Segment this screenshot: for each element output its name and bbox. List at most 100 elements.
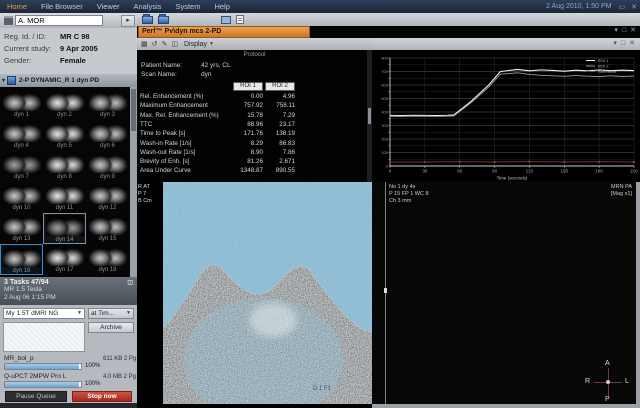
open-folder-icon[interactable] (142, 16, 153, 24)
thumbnail-caption: dyn 15 (88, 235, 127, 243)
thumbnail[interactable]: dyn 18 (86, 244, 129, 275)
time-intensity-chart[interactable]: 0100200300400500600700800030609012015018… (372, 50, 640, 187)
menu-item-analysis[interactable]: Analysis (127, 2, 169, 11)
chart-titlebar: ▾□✕ (372, 38, 640, 50)
orientation-right: R (585, 378, 590, 385)
archive-button[interactable]: Archive (88, 322, 134, 333)
maximize-icon[interactable]: □ (619, 40, 627, 47)
row-value-2: 86.83 (265, 140, 295, 147)
thumbnail[interactable]: dyn 1 (0, 89, 43, 120)
job-progress-fill (5, 382, 79, 387)
thumbnail[interactable]: dyn 6 (86, 120, 129, 151)
thumbnail[interactable]: dyn 11 (43, 182, 86, 213)
table-row: Wash-out Rate [1/s]8.907.86 (137, 149, 372, 158)
queue-list[interactable] (3, 322, 85, 352)
main-area: Perf™ Pv\dyn mcs 2-PD ▾□✕ ▦ ↺ ✎ ◫ Displa… (137, 13, 640, 408)
thumbnail[interactable]: dyn 3 (86, 89, 129, 120)
protocol-label: Protocol (137, 52, 372, 58)
row-label: Brevity of Enh. [s] (140, 158, 189, 165)
thumbnail[interactable]: dyn 16 (0, 244, 43, 275)
thumbnail[interactable]: dyn 7 (0, 151, 43, 182)
series-icon (7, 76, 16, 85)
close-icon[interactable]: ✕ (627, 40, 637, 47)
thumbnail[interactable]: dyn 2 (43, 89, 86, 120)
thumbnail-caption: dyn 11 (45, 204, 84, 212)
svg-text:Reference: Reference (598, 69, 617, 74)
thumbnail-caption: dyn 17 (45, 266, 84, 274)
stop-button[interactable]: Stop now (72, 391, 132, 402)
row-value-2: 758.11 (265, 102, 295, 109)
pause-queue-button[interactable]: Pause Queue (5, 391, 67, 402)
minimize-icon[interactable]: ▭ (616, 3, 629, 11)
series-bar[interactable]: ▾ 2-P DYNAMIC_R 1 dyn PD (0, 74, 137, 87)
mri-viewport[interactable]: D 1 F1 (163, 182, 372, 404)
refresh-icon[interactable]: ↺ (152, 40, 158, 48)
sidebar-bottom-strip (0, 403, 137, 408)
thumbnail-caption: dyn 4 (2, 142, 41, 150)
grid-icon[interactable]: ▦ (141, 40, 148, 48)
close-icon[interactable]: ✕ (628, 3, 640, 11)
row-value-1: 757.92 (233, 102, 263, 109)
application-window: HomeFile BrowserViewerAnalysisSystemHelp… (0, 0, 640, 408)
row-value-2: 2.671 (265, 158, 295, 165)
maximize-icon[interactable]: □ (620, 27, 628, 34)
row-value-1: 88.96 (233, 121, 263, 128)
tasks-expand-icon[interactable]: ◫ (127, 279, 133, 286)
thumbnail-image (46, 90, 84, 111)
thumbnail[interactable]: dyn 5 (43, 120, 86, 151)
edit-icon[interactable]: ✎ (162, 40, 168, 48)
row-value-2: 7.29 (265, 112, 295, 119)
queue-time-dropdown[interactable]: at Tim...▼ (88, 308, 134, 319)
thumbnail-caption: dyn 9 (88, 173, 127, 181)
main-toolbar (137, 13, 640, 26)
job-progressbar (4, 381, 82, 388)
thumbnail[interactable]: dyn 4 (0, 120, 43, 151)
menu-item-system[interactable]: System (168, 2, 207, 11)
thumbnail[interactable]: dyn 13 (0, 213, 43, 244)
row-label: Wash-in Rate [1/s] (140, 140, 192, 147)
menu-item-file-browser[interactable]: File Browser (34, 2, 90, 11)
thumbnail-image (89, 152, 127, 173)
save-folder-icon[interactable] (158, 16, 169, 24)
sidebar: ▸ Reg. Id. / ID:MR C 98Current study:9 A… (0, 13, 137, 408)
display-dropdown[interactable]: Display▼ (184, 41, 214, 48)
queue-filter-dropdown[interactable]: My 1.5T dMRI NG▼ (3, 308, 85, 319)
job-percent: 100% (85, 381, 100, 387)
patient-search-input[interactable] (15, 15, 103, 26)
pin-icon[interactable]: ▾ (612, 27, 620, 34)
tasks-header[interactable]: 3 Tasks 47/94 ◫ MR 1.5 Tesla 2 Aug 06 1:… (0, 277, 137, 305)
series-label: 2-P DYNAMIC_R 1 dyn PD (19, 77, 99, 84)
thumbnail[interactable]: dyn 8 (43, 151, 86, 182)
active-analysis-tab[interactable]: Perf™ Pv\dyn mcs 2-PD (138, 26, 310, 38)
table-row: Time to Peak [s]171.76138.19 (137, 130, 372, 139)
thumbnail[interactable]: dyn 15 (86, 213, 129, 244)
menu-item-home[interactable]: Home (0, 2, 34, 11)
thumbnail-caption: dyn 1 (2, 111, 41, 119)
report-icon[interactable] (236, 15, 244, 24)
sidebar-tools-button[interactable]: ▸ (121, 15, 135, 27)
window-controls: ▾□✕ (612, 26, 638, 34)
thumbnail[interactable]: dyn 10 (0, 182, 43, 213)
layout-icon[interactable]: ◫ (171, 40, 178, 48)
viewport-divider[interactable] (385, 182, 386, 404)
mri-image: D 1 F1 (163, 182, 372, 404)
svg-text:90: 90 (492, 169, 498, 174)
menu-item-help[interactable]: Help (207, 2, 236, 11)
thumbnail[interactable]: dyn 12 (86, 182, 129, 213)
row-label: TTC (140, 121, 152, 128)
thumbnail[interactable]: dyn 17 (43, 244, 86, 275)
tasks-title: 3 Tasks 47/94 (4, 279, 49, 286)
menu-item-viewer[interactable]: Viewer (90, 2, 127, 11)
close-icon[interactable]: ✕ (628, 27, 638, 34)
thumbnail-caption: dyn 6 (88, 142, 127, 150)
patient-summary-value: dyn (201, 71, 211, 78)
viewer-icon[interactable] (221, 16, 231, 24)
svg-text:30: 30 (422, 169, 428, 174)
thumbnail[interactable]: dyn 9 (86, 151, 129, 182)
secondary-viewport[interactable]: No 1 dy 4sP 15 FP 1 WC 8Ch 3 mm MRN PA[M… (372, 182, 640, 408)
thumbnail-scrollbar[interactable] (130, 87, 137, 277)
job-label: MR_bol_p (4, 355, 34, 362)
pin-icon[interactable]: ▾ (611, 40, 619, 47)
patient-info-value: 9 Apr 2005 (60, 43, 98, 55)
thumbnail[interactable]: dyn 14 (43, 213, 86, 244)
